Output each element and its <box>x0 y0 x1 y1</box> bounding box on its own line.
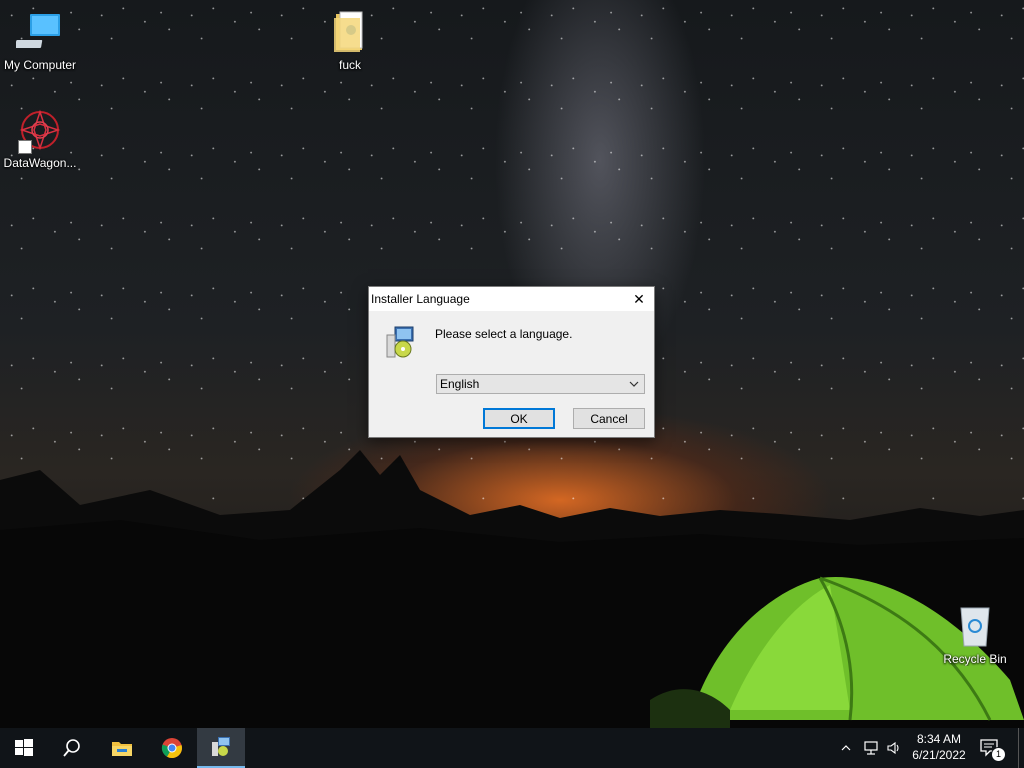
installer-icon <box>386 326 414 358</box>
desktop-icon-folder[interactable]: fuck <box>310 8 390 72</box>
dialog-message: Please select a language. <box>435 327 573 341</box>
search-button[interactable] <box>48 728 96 768</box>
clock-date: 6/21/2022 <box>912 748 966 762</box>
desktop-icon-label: DataWagon... <box>3 156 77 170</box>
taskbar-clock[interactable]: 8:34 AM 6/21/2022 <box>906 731 972 763</box>
show-desktop-button[interactable] <box>1018 728 1024 768</box>
desktop-icon-label: My Computer <box>3 58 77 72</box>
taskbar-installer[interactable] <box>197 728 245 768</box>
language-select[interactable]: English <box>436 374 645 394</box>
network-tray-button[interactable] <box>861 738 881 758</box>
desktop-icon-label: Recycle Bin <box>943 652 1007 666</box>
shortcut-arrow-icon <box>18 140 32 154</box>
show-hidden-icons-button[interactable] <box>836 738 856 758</box>
start-icon <box>15 739 33 756</box>
computer-icon <box>15 8 64 56</box>
dialog-title: Installer Language <box>371 292 470 306</box>
desktop-icon-label: fuck <box>338 58 361 72</box>
desktop-icon-recycle-bin[interactable]: Recycle Bin <box>935 602 1015 666</box>
dialog-titlebar[interactable]: Installer Language ✕ <box>369 287 654 311</box>
folder-icon <box>326 8 374 56</box>
chevron-down-icon <box>629 381 639 387</box>
installer-icon <box>212 737 230 756</box>
taskbar-chrome[interactable] <box>148 728 196 768</box>
volume-tray-button[interactable] <box>884 738 904 758</box>
desktop-icon-datawagon[interactable]: DataWagon... <box>0 106 80 170</box>
desktop-icon-my-computer[interactable]: My Computer <box>0 8 80 72</box>
notification-badge: 1 <box>991 747 1006 762</box>
clock-time: 8:34 AM <box>916 732 962 746</box>
taskbar-file-explorer[interactable] <box>98 728 146 768</box>
installer-language-dialog: Installer Language ✕ Please select a lan… <box>368 286 655 438</box>
cancel-button[interactable]: Cancel <box>573 408 645 429</box>
start-button[interactable] <box>0 728 48 768</box>
close-icon[interactable]: ✕ <box>624 287 654 311</box>
taskbar: 8:34 AM 6/21/2022 1 <box>0 728 1024 768</box>
network-icon <box>864 741 878 755</box>
chrome-icon <box>161 738 182 759</box>
action-center-button[interactable]: 1 <box>978 736 1006 762</box>
chevron-up-icon <box>841 745 851 751</box>
speaker-icon <box>887 741 899 755</box>
file-explorer-icon <box>112 742 132 756</box>
ok-button[interactable]: OK <box>483 408 555 429</box>
language-select-value: English <box>440 377 480 391</box>
recycle-bin-icon <box>951 602 999 650</box>
search-icon <box>63 739 80 757</box>
app-shortcut-icon <box>16 106 64 154</box>
